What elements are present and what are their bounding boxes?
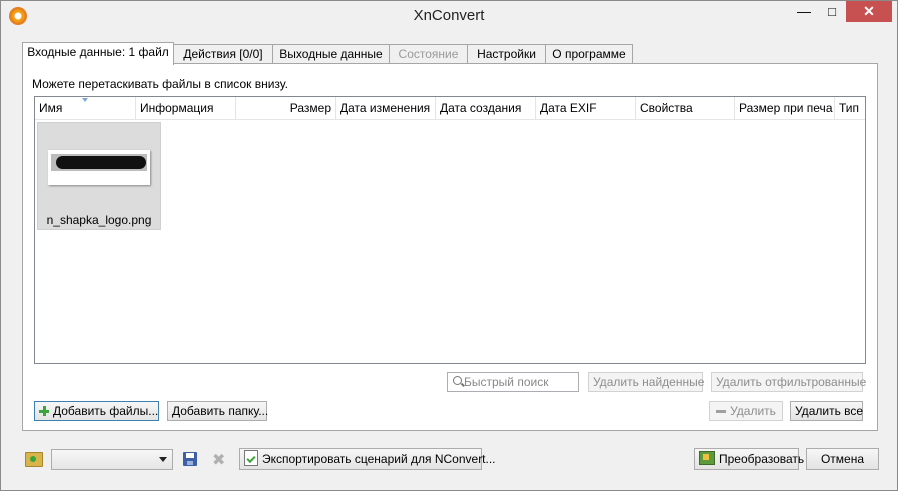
search-icon	[453, 376, 465, 387]
remove-icon	[716, 410, 727, 413]
tab-about[interactable]: О программе	[545, 44, 633, 64]
export-nconvert-button[interactable]: Экспортировать сценарий для NConvert...	[239, 448, 496, 470]
tab-output[interactable]: Выходные данные	[272, 44, 390, 64]
app-window: XnConvert — □ ✕ Входные данные: 1 файл Д…	[0, 0, 898, 491]
title-bar: XnConvert — □ ✕	[1, 1, 897, 31]
close-button[interactable]: ✕	[846, 1, 892, 22]
column-header-exif[interactable]: Дата EXIF	[536, 97, 636, 119]
file-list[interactable]: Имя Информация Размер Дата изменения Дат…	[34, 96, 866, 364]
script-icon	[244, 450, 258, 466]
drag-hint-text: Можете перетаскивать файлы в список вниз…	[32, 77, 288, 91]
quick-search-field[interactable]	[447, 372, 579, 392]
delete-filtered-button[interactable]: Удалить отфильтрованные	[711, 372, 866, 392]
column-header-modified[interactable]: Дата изменения	[336, 97, 436, 119]
add-files-button[interactable]: Добавить файлы...	[34, 401, 159, 421]
minimize-button[interactable]: —	[791, 1, 817, 22]
window-title: XnConvert	[413, 7, 485, 24]
delete-found-button[interactable]: Удалить найденные	[588, 372, 704, 392]
add-files-label: Добавить файлы...	[53, 404, 159, 418]
tab-input[interactable]: Входные данные: 1 файл	[22, 42, 174, 65]
convert-button[interactable]: Преобразовать	[694, 448, 804, 470]
file-name-label: n_shapka_logo.png	[46, 213, 152, 227]
convert-label: Преобразовать	[719, 452, 805, 466]
convert-icon	[699, 451, 715, 465]
thumbnail-image	[48, 150, 150, 185]
open-folder-icon[interactable]	[25, 452, 43, 467]
chevron-down-icon	[159, 457, 167, 462]
cancel-button[interactable]: Отмена	[806, 448, 879, 470]
column-header-info[interactable]: Информация	[136, 97, 236, 119]
list-header: Имя Информация Размер Дата изменения Дат…	[35, 97, 865, 120]
column-header-properties[interactable]: Свойства	[636, 97, 735, 119]
add-folder-button[interactable]: Добавить папку...	[167, 401, 268, 421]
preset-select[interactable]	[51, 449, 173, 470]
tab-status[interactable]: Состояние	[389, 44, 468, 64]
column-header-type[interactable]: Тип	[835, 97, 865, 119]
maximize-button[interactable]: □	[819, 1, 845, 22]
sort-indicator-icon	[82, 98, 88, 102]
add-icon	[39, 406, 49, 416]
save-icon[interactable]	[183, 452, 197, 466]
delete-button[interactable]: Удалить	[709, 401, 783, 421]
tab-actions[interactable]: Действия [0/0]	[173, 44, 273, 64]
delete-preset-icon[interactable]: ✖	[212, 450, 225, 470]
tab-settings[interactable]: Настройки	[467, 44, 546, 64]
file-thumbnail[interactable]: n_shapka_logo.png	[37, 122, 161, 230]
search-input[interactable]	[464, 374, 576, 390]
column-header-created[interactable]: Дата создания	[436, 97, 536, 119]
delete-all-button[interactable]: Удалить все	[790, 401, 863, 421]
column-header-size[interactable]: Размер	[236, 97, 336, 119]
input-tab-panel: Можете перетаскивать файлы в список вниз…	[22, 63, 878, 431]
export-nconvert-label: Экспортировать сценарий для NConvert...	[262, 452, 496, 466]
column-header-print-size[interactable]: Размер при печа	[735, 97, 835, 119]
delete-label: Удалить	[730, 404, 776, 418]
